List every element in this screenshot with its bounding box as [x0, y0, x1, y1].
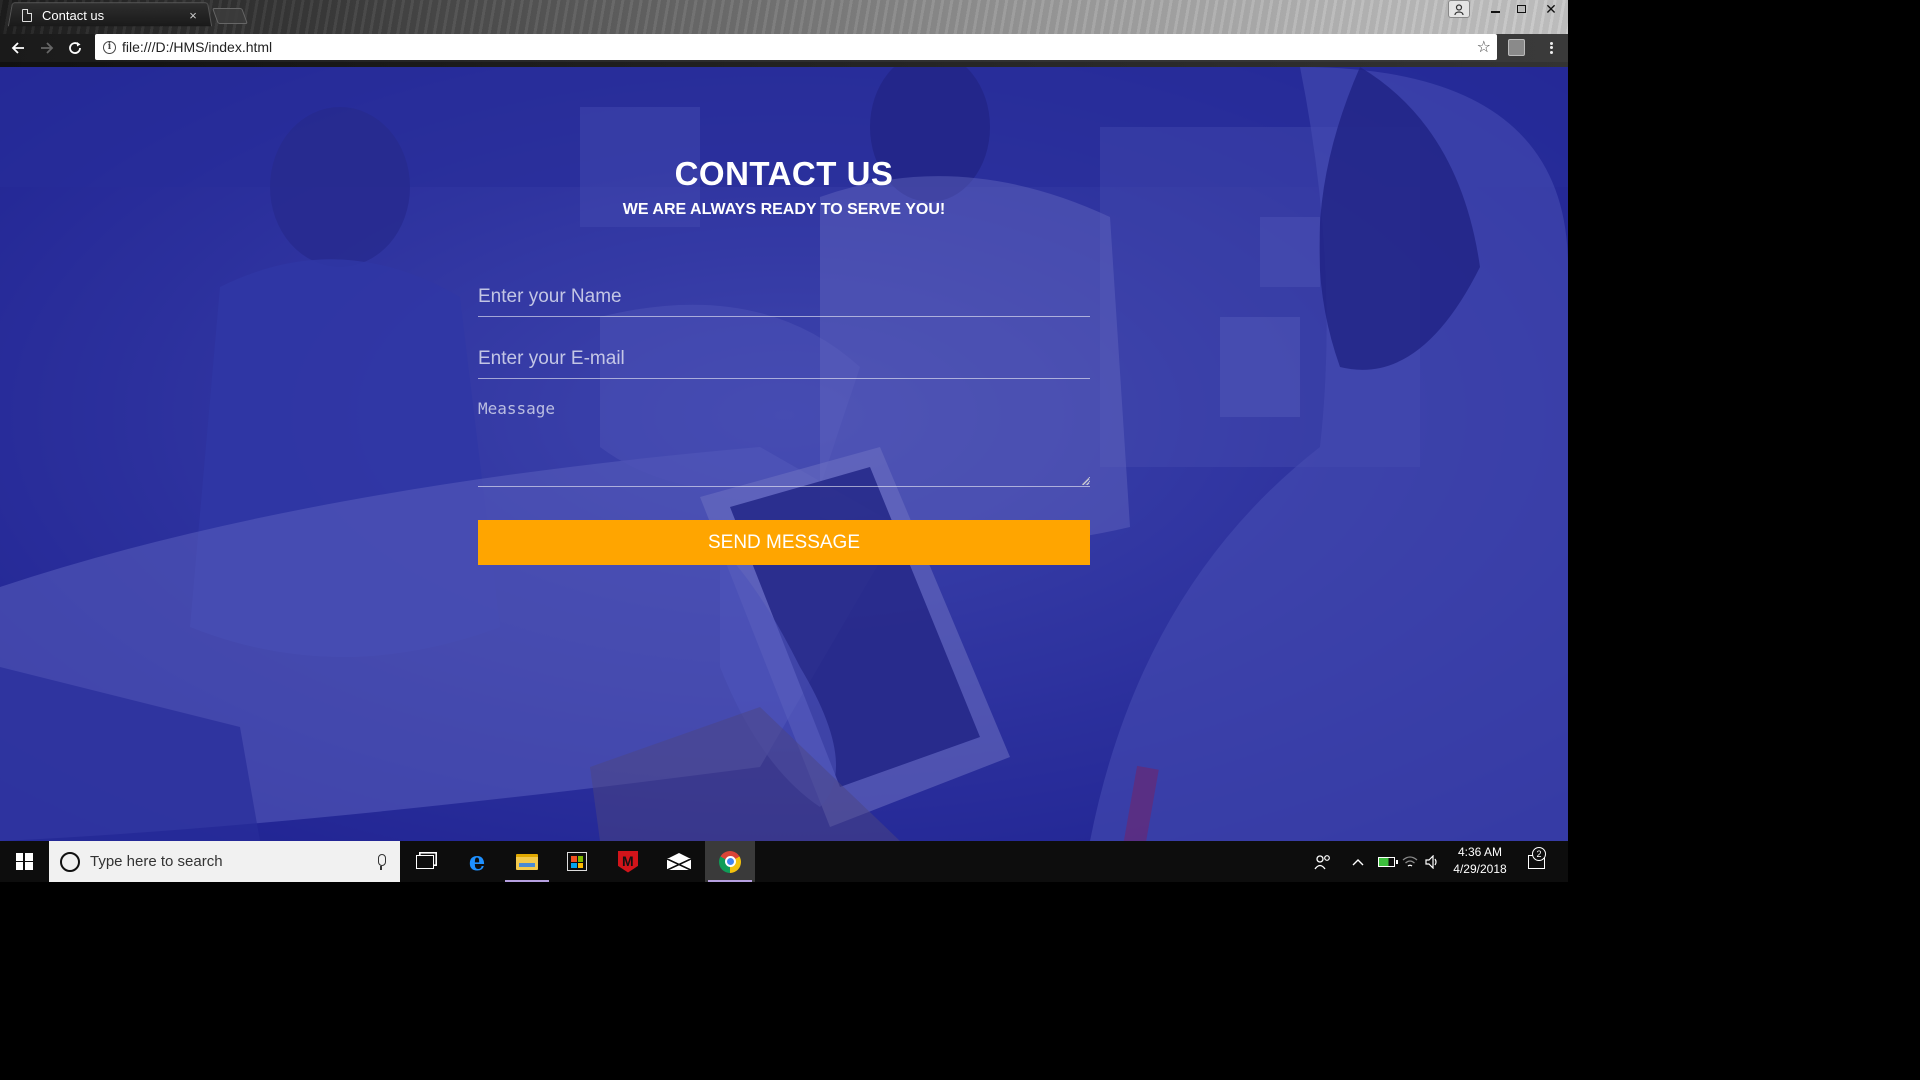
store-icon[interactable] [552, 841, 602, 882]
browser-toolbar: i file:///D:/HMS/index.html ☆ [0, 34, 1568, 62]
restore-button[interactable] [1508, 0, 1534, 18]
reload-icon[interactable] [65, 38, 85, 58]
task-view-icon[interactable] [400, 841, 450, 882]
profile-icon[interactable] [1448, 0, 1470, 18]
start-button[interactable] [0, 841, 48, 882]
volume-icon[interactable] [1422, 841, 1444, 882]
address-bar[interactable]: i file:///D:/HMS/index.html ☆ [95, 34, 1497, 60]
clock-time: 4:36 AM [1457, 845, 1503, 859]
info-icon[interactable]: i [103, 40, 116, 54]
file-explorer-icon[interactable] [502, 841, 552, 882]
chevron-up-icon[interactable] [1348, 841, 1368, 882]
contact-page: CONTACT US WE ARE ALWAYS READY TO SERVE … [0, 67, 1568, 841]
action-center-icon[interactable]: 2 [1522, 841, 1550, 882]
back-arrow-icon[interactable] [8, 38, 28, 58]
contact-subtitle: WE ARE ALWAYS READY TO SERVE YOU! [622, 201, 946, 218]
edge-icon[interactable]: e [452, 841, 502, 882]
minimize-button[interactable] [1482, 0, 1508, 18]
chrome-icon[interactable] [705, 841, 755, 882]
message-textarea[interactable] [478, 397, 1090, 487]
new-tab-button[interactable] [212, 8, 248, 24]
browser-menu-icon[interactable] [1544, 38, 1558, 58]
browser-tab-content[interactable]: Contact us × [22, 6, 212, 24]
browser-title-bar: Contact us × ✕ [0, 0, 1568, 34]
tab-title: Contact us [42, 7, 105, 23]
url-text[interactable]: file:///D:/HMS/index.html [122, 39, 1477, 55]
windows-taskbar: Type here to search e 4:36 AM 4/29/2018 … [0, 841, 1568, 882]
people-icon[interactable] [1310, 841, 1336, 882]
search-placeholder[interactable]: Type here to search [90, 853, 376, 870]
battery-icon[interactable] [1374, 841, 1398, 882]
system-clock[interactable]: 4:36 AM 4/29/2018 [1448, 844, 1512, 878]
contact-title: CONTACT US [674, 155, 894, 192]
bookmark-star-icon[interactable]: ☆ [1477, 37, 1491, 57]
mcafee-icon[interactable] [603, 841, 653, 882]
window-controls: ✕ [1448, 0, 1568, 18]
mail-icon[interactable] [654, 841, 704, 882]
name-input[interactable] [478, 277, 1090, 317]
page-icon [22, 8, 32, 22]
wifi-icon[interactable] [1399, 841, 1421, 882]
microphone-icon[interactable] [376, 853, 386, 870]
email-input[interactable] [478, 339, 1090, 379]
clock-date: 4/29/2018 [1453, 862, 1507, 876]
contact-section: CONTACT US WE ARE ALWAYS READY TO SERVE … [0, 67, 1568, 841]
send-message-button[interactable]: SEND MESSAGE [478, 520, 1090, 565]
notification-count-badge: 2 [1532, 847, 1546, 861]
windows-logo-icon [15, 853, 33, 870]
cortana-icon [60, 851, 80, 872]
extension-icon[interactable] [1508, 39, 1525, 56]
taskbar-search-box[interactable]: Type here to search [49, 841, 400, 882]
close-window-button[interactable]: ✕ [1534, 0, 1568, 18]
forward-arrow-icon[interactable] [37, 38, 57, 58]
tab-close-icon[interactable]: × [186, 8, 200, 23]
